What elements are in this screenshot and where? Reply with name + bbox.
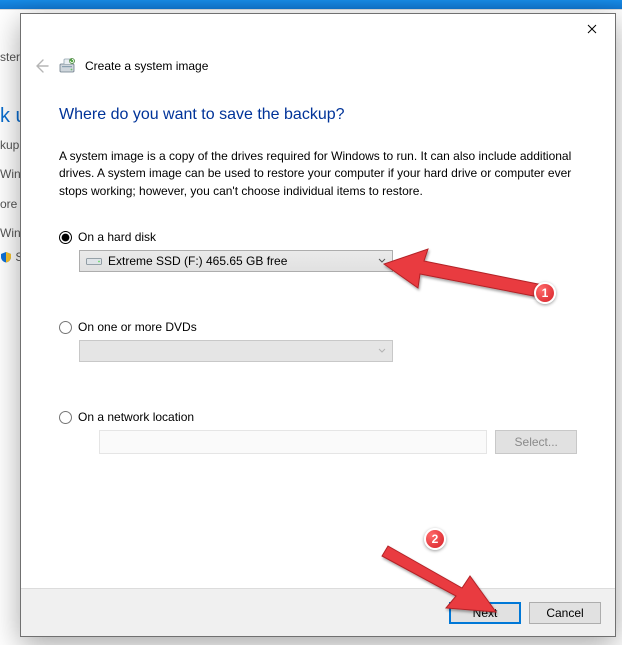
drive-icon bbox=[86, 256, 102, 266]
radio-network-label: On a network location bbox=[78, 410, 194, 424]
page-heading: Where do you want to save the backup? bbox=[59, 106, 577, 124]
close-button[interactable] bbox=[569, 14, 615, 44]
radio-dvds-label: On one or more DVDs bbox=[78, 320, 197, 334]
network-path-input bbox=[99, 430, 487, 454]
cancel-button[interactable]: Cancel bbox=[529, 602, 601, 624]
dialog-footer: Next Cancel bbox=[21, 588, 615, 636]
background-fragment: S bbox=[0, 250, 20, 266]
radio-network[interactable] bbox=[59, 411, 72, 424]
wizard-header: Create a system image bbox=[31, 56, 208, 76]
close-icon bbox=[587, 24, 597, 34]
background-fragment: ster bbox=[0, 50, 20, 66]
option-hard-disk: On a hard disk Extreme SSD (F:) 465.65 G… bbox=[59, 230, 577, 272]
radio-dvds[interactable] bbox=[59, 321, 72, 334]
chevron-down-icon bbox=[378, 258, 386, 264]
background-browser-bar bbox=[0, 0, 622, 9]
radio-dvds-row[interactable]: On one or more DVDs bbox=[59, 320, 577, 334]
dialog-title: Create a system image bbox=[85, 59, 208, 73]
back-button[interactable] bbox=[31, 56, 51, 76]
next-button[interactable]: Next bbox=[449, 602, 521, 624]
back-arrow-icon bbox=[33, 58, 49, 74]
radio-hard-disk[interactable] bbox=[59, 231, 72, 244]
background-fragment: kup bbox=[0, 138, 20, 154]
option-network: On a network location Select... bbox=[59, 410, 577, 454]
radio-hard-disk-row[interactable]: On a hard disk bbox=[59, 230, 577, 244]
drive-dropdown[interactable]: Extreme SSD (F:) 465.65 GB free bbox=[79, 250, 393, 272]
radio-hard-disk-label: On a hard disk bbox=[78, 230, 156, 244]
radio-network-row[interactable]: On a network location bbox=[59, 410, 577, 424]
system-image-dialog: Create a system image Where do you want … bbox=[20, 13, 616, 637]
page-description: A system image is a copy of the drives r… bbox=[59, 148, 577, 200]
select-network-button: Select... bbox=[495, 430, 577, 454]
chevron-down-icon bbox=[378, 348, 386, 354]
drive-dropdown-value: Extreme SSD (F:) 465.65 GB free bbox=[108, 254, 287, 268]
system-image-icon bbox=[59, 57, 77, 75]
background-fragment: Win bbox=[0, 226, 20, 242]
titlebar bbox=[21, 14, 615, 48]
background-fragment: ore bbox=[0, 197, 20, 213]
dvd-dropdown bbox=[79, 340, 393, 362]
background-left-fragments: ster kup Win ore Win S bbox=[0, 50, 20, 288]
background-fragment: Win bbox=[0, 167, 20, 183]
option-dvds: On one or more DVDs bbox=[59, 320, 577, 362]
